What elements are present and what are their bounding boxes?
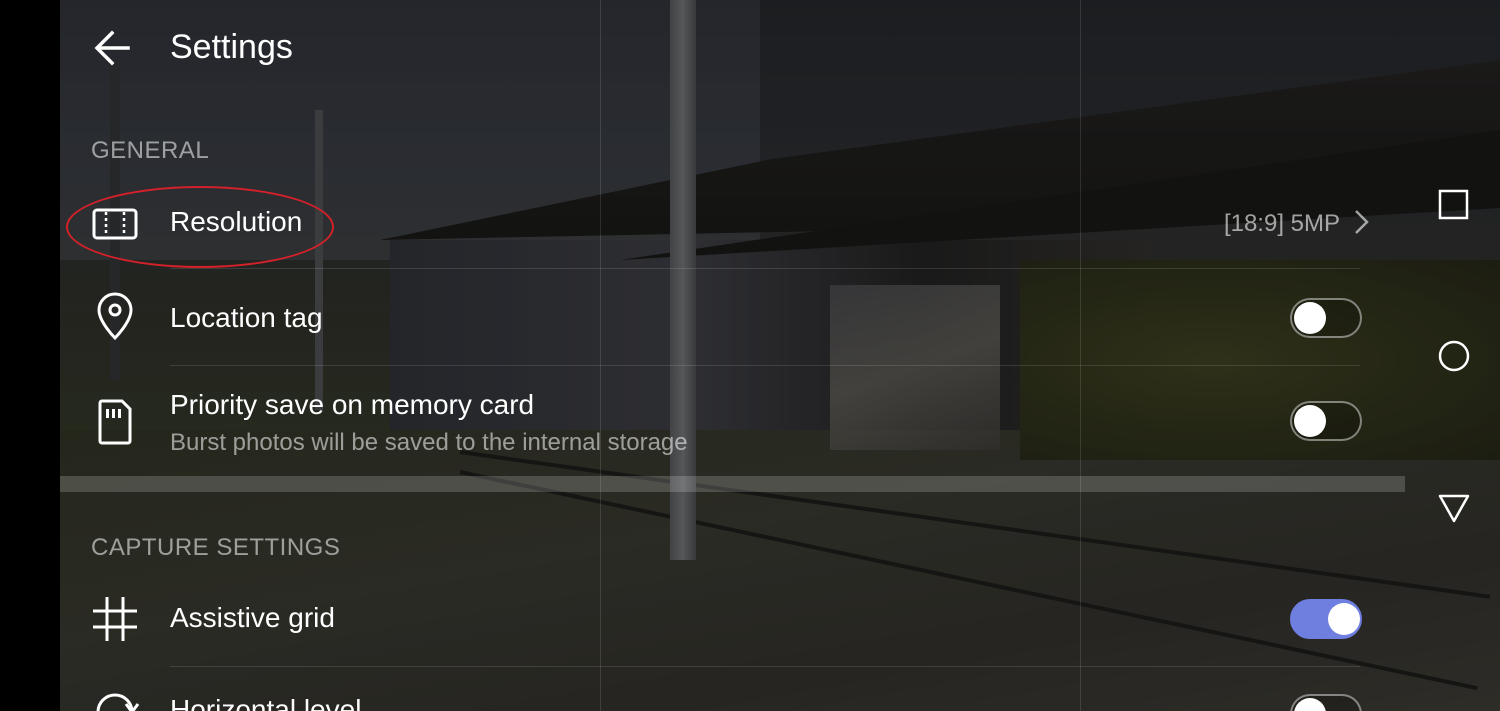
left-black-bar <box>0 0 60 711</box>
chevron-right-icon <box>1352 208 1370 236</box>
arrow-left-icon <box>94 30 130 66</box>
settings-header: Settings <box>60 0 1405 100</box>
horizontal-level-toggle[interactable] <box>1290 694 1362 711</box>
nav-back-button[interactable] <box>1437 492 1471 526</box>
horizontal-level-setting[interactable]: Horizontal level <box>60 668 1405 711</box>
sd-card-icon <box>90 397 140 447</box>
back-triangle-icon <box>1438 494 1470 523</box>
location-tag-label: Location tag <box>170 302 323 333</box>
location-pin-icon <box>90 292 140 342</box>
section-capture-label: CAPTURE SETTINGS <box>91 534 341 561</box>
settings-panel: Settings GENERAL Resolution [18:9] 5MP L… <box>60 0 1405 711</box>
row-divider <box>170 268 1360 269</box>
recents-button[interactable] <box>1437 188 1471 222</box>
aspect-ratio-icon <box>90 198 140 248</box>
resolution-setting[interactable]: Resolution [18:9] 5MP <box>60 190 1405 268</box>
row-divider <box>170 365 1360 366</box>
navigation-bar <box>1405 0 1500 711</box>
home-button[interactable] <box>1437 339 1471 373</box>
priority-save-toggle[interactable] <box>1290 401 1362 441</box>
resolution-value: [18:9] 5MP <box>1223 210 1340 237</box>
assistive-grid-toggle[interactable] <box>1290 599 1362 639</box>
resolution-label: Resolution <box>170 206 303 237</box>
grid-icon <box>90 594 140 644</box>
priority-save-setting[interactable]: Priority save on memory card Burst photo… <box>60 367 1405 475</box>
toggle-knob <box>1294 698 1326 711</box>
back-button[interactable] <box>90 26 138 70</box>
priority-save-description: Burst photos will be saved to the intern… <box>170 429 688 456</box>
assistive-grid-label: Assistive grid <box>170 602 335 633</box>
section-general-label: GENERAL <box>91 137 210 164</box>
location-tag-toggle[interactable] <box>1290 298 1362 338</box>
rotate-icon <box>90 690 140 711</box>
recents-square-icon <box>1438 189 1469 220</box>
location-tag-setting[interactable]: Location tag <box>60 270 1405 365</box>
toggle-knob <box>1294 405 1326 437</box>
toggle-knob <box>1294 302 1326 334</box>
horizontal-level-label: Horizontal level <box>170 694 362 711</box>
home-circle-icon <box>1438 340 1470 372</box>
section-separator <box>60 476 1405 492</box>
row-divider <box>170 666 1360 667</box>
toggle-knob <box>1328 603 1360 635</box>
priority-save-label: Priority save on memory card <box>170 389 535 420</box>
assistive-grid-setting[interactable]: Assistive grid <box>60 578 1405 666</box>
page-title: Settings <box>170 28 293 66</box>
